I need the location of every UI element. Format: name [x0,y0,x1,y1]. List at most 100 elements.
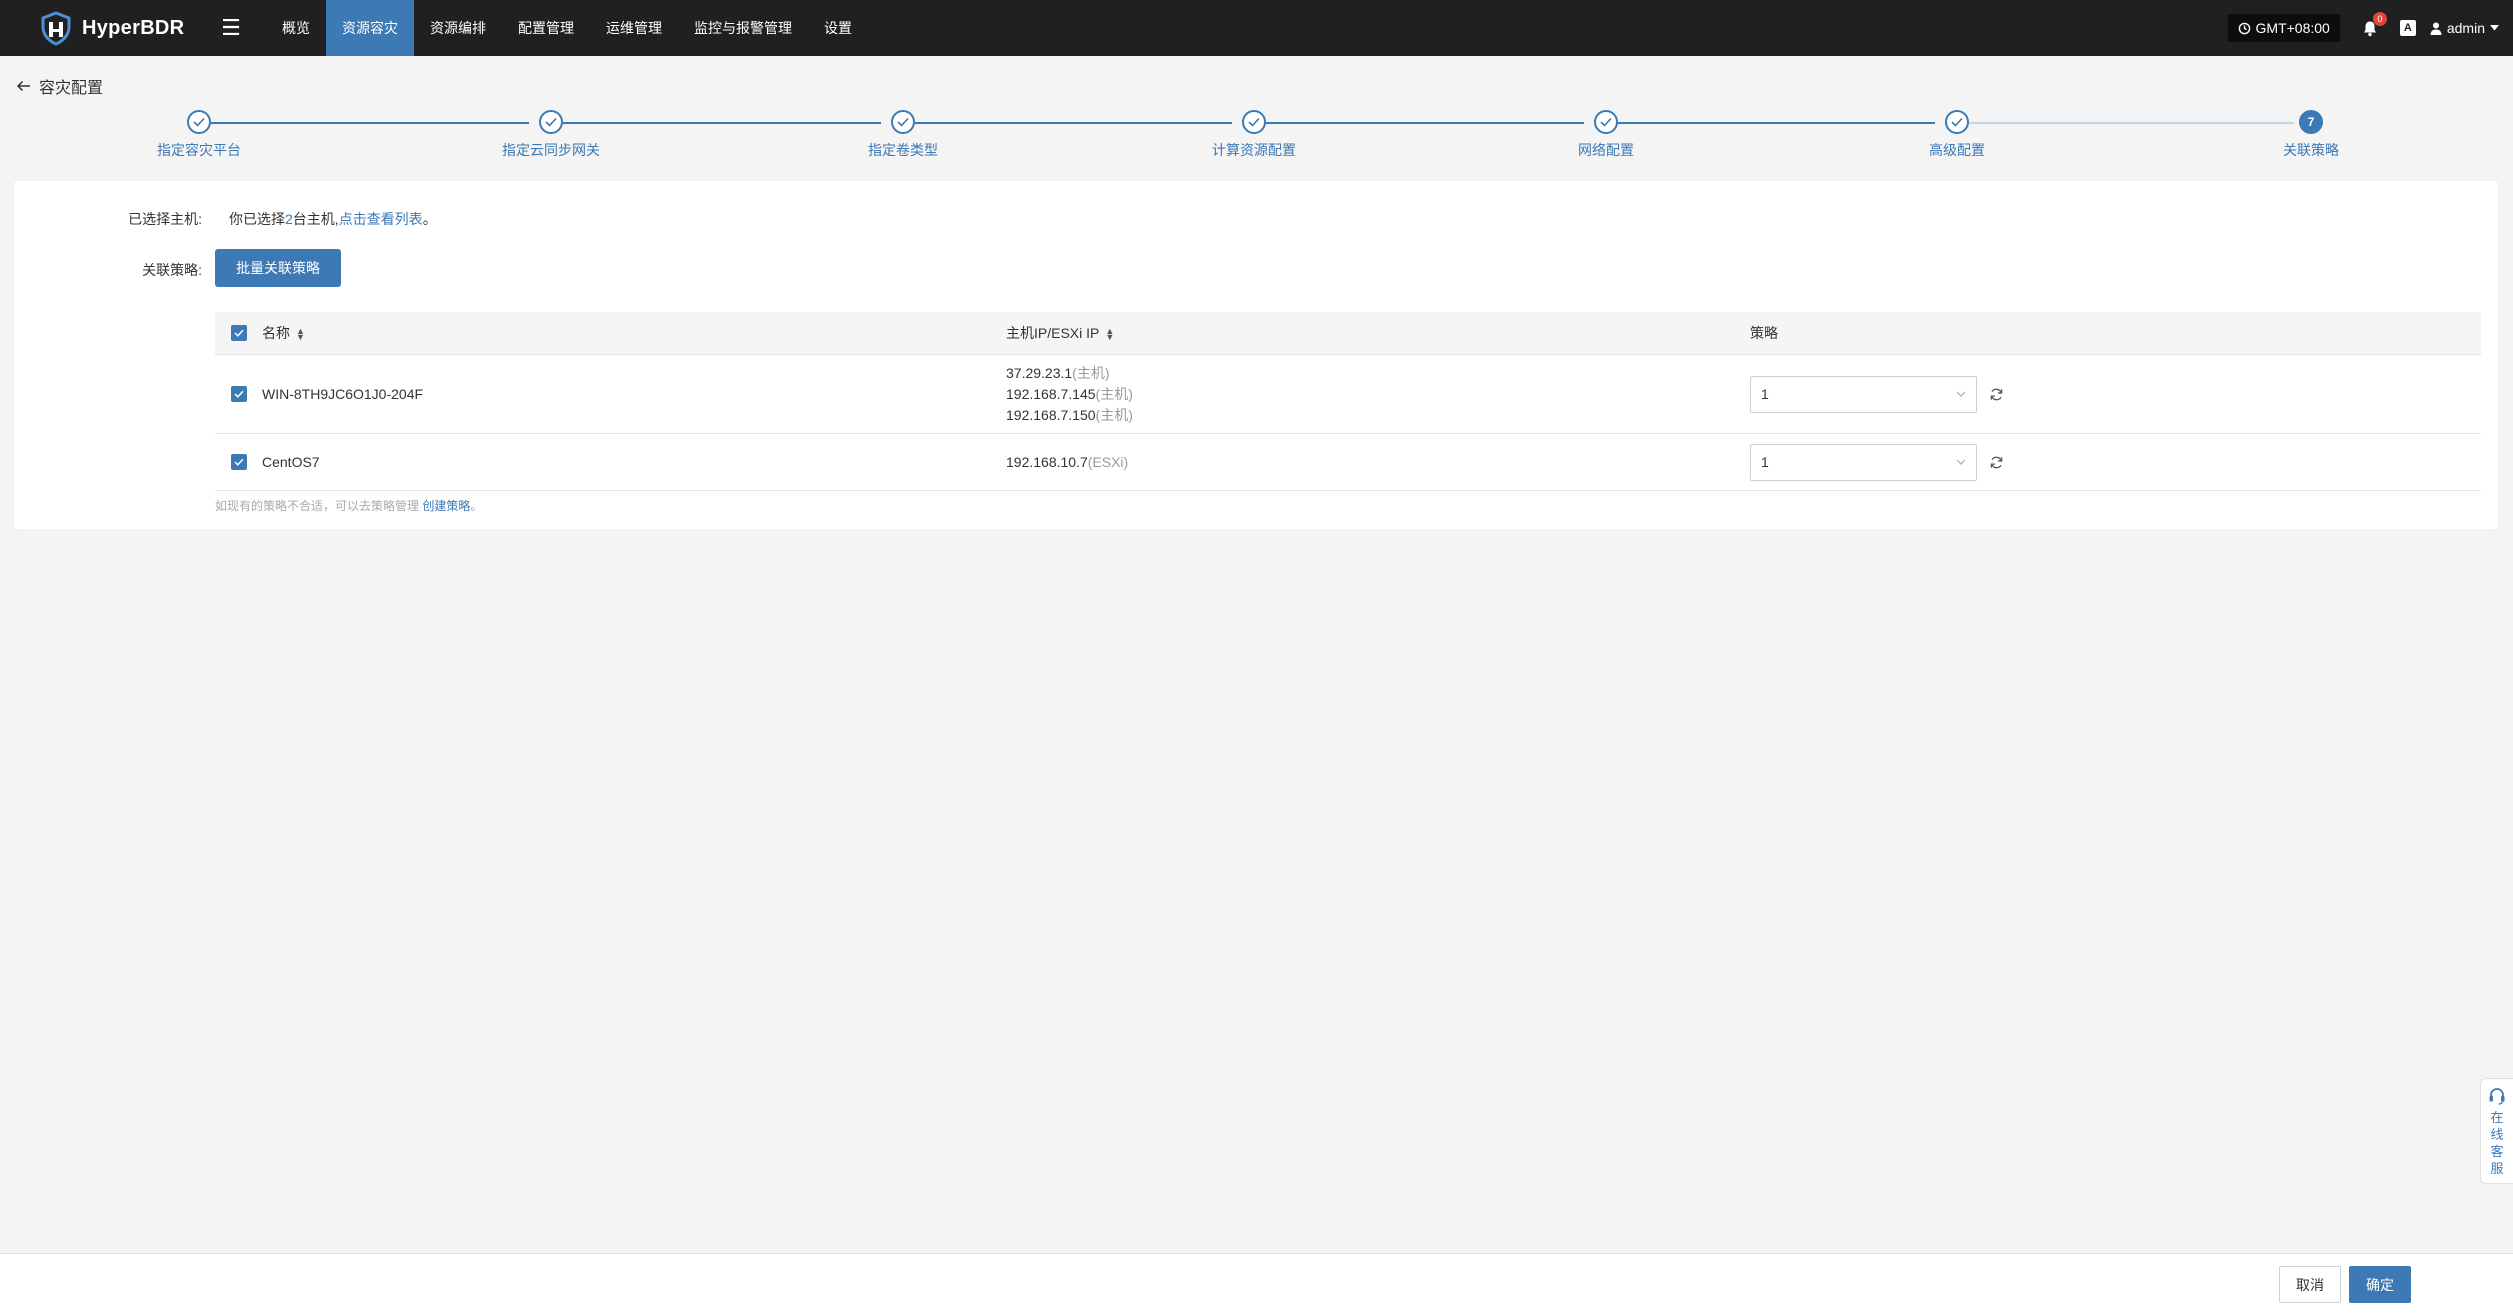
nav-item-monitoring[interactable]: 监控与报警管理 [678,0,808,56]
col-name[interactable]: 名称 ▲ ▼ [262,323,1006,343]
nav-item-settings[interactable]: 设置 [808,0,868,56]
note-period: 。 [470,499,483,513]
top-navbar: HyperBDR ☰ 概览 资源容灾 资源编排 配置管理 运维管理 监控与报警管… [0,0,2513,56]
ip-type: (主机) [1095,385,1133,402]
username: admin [2446,20,2485,36]
ip-type: (主机) [1072,364,1110,381]
footer-bar: 取消 确定 [0,1253,2513,1315]
policy-select-value: 1 [1761,386,1769,402]
check-icon [1242,110,1266,134]
col-policy: 策略 [1750,323,2481,343]
policy-select[interactable]: 1 [1750,443,1977,481]
batch-associate-policy-button[interactable]: 批量关联策略 [215,249,341,287]
note-text: 如现有的策略不合适，可以去策略管理 [215,499,423,513]
clock-icon [2238,22,2250,34]
caret-down-icon [2490,25,2499,31]
step-label: 指定云同步网关 [502,142,600,158]
headset-icon [2489,1088,2505,1105]
notifications-button[interactable]: 0 [2362,11,2387,37]
check-icon [233,390,244,398]
host-ip-list: 37.29.23.1(主机) 192.168.7.145(主机) 192.168… [1006,363,1750,426]
selected-prefix: 你已选择 [229,211,285,227]
confirm-button[interactable]: 确定 [2349,1266,2411,1303]
step-6: 高级配置 [1857,110,2057,160]
ip-type: (主机) [1095,406,1133,423]
selected-hosts-info: 你已选择2台主机,点击查看列表。 [229,209,437,229]
step-3: 指定卷类型 [803,110,1003,160]
col-ip[interactable]: 主机IP/ESXi IP ▲ ▼ [1006,323,1750,343]
check-icon [233,329,244,337]
step-5: 网络配置 [1506,110,1706,160]
nav-item-ops-mgmt[interactable]: 运维管理 [590,0,678,56]
host-ip: 37.29.23.1 [1006,364,1073,381]
table-row: WIN-8TH9JC6O1J0-204F 37.29.23.1(主机) 192.… [215,355,2481,434]
selected-suffix: 台主机, [292,211,339,227]
chevron-down-icon [1956,459,1966,465]
nav-item-orchestration[interactable]: 资源编排 [414,0,502,56]
policy-select[interactable]: 1 [1750,375,1977,413]
host-name: CentOS7 [262,454,320,470]
table-row: CentOS7 192.168.10.7(ESXi) 1 [215,434,2481,491]
step-4: 计算资源配置 [1154,110,1354,160]
check-icon [1594,110,1618,134]
check-icon [891,110,915,134]
selected-period: 。 [422,211,437,227]
sort-icon[interactable]: ▲ ▼ [1105,327,1114,342]
cancel-button[interactable]: 取消 [2279,1266,2341,1303]
hosts-table: 名称 ▲ ▼ 主机IP/ESXi IP ▲ ▼ 策略 WIN-8TH9JC6O1J0-2… [215,312,2481,514]
col-name-label: 名称 [262,325,290,341]
policy-select-value: 1 [1761,454,1769,470]
policy-note: 如现有的策略不合适，可以去策略管理 创建策略。 [215,497,2481,514]
step-label: 高级配置 [1929,142,1985,158]
col-policy-label: 策略 [1750,325,1778,341]
step-2: 指定云同步网关 [451,110,651,160]
online-service-widget[interactable]: 在线客服 [2480,1078,2513,1184]
step-number: 7 [2299,110,2323,134]
selected-hosts-label: 已选择主机: [128,211,202,227]
step-1: 指定容灾平台 [99,110,299,160]
step-label: 计算资源配置 [1212,142,1296,158]
sort-icon[interactable]: ▲ ▼ [296,327,305,342]
create-policy-link[interactable]: 创建策略 [422,499,470,513]
ip-type: (ESXi) [1087,453,1129,470]
user-menu[interactable]: admin [2430,20,2499,36]
app-logo[interactable]: HyperBDR [38,10,210,46]
host-ip: 192.168.7.150 [1006,406,1096,423]
host-ip-list: 192.168.10.7(ESXi) [1006,452,1750,473]
policy-card: 已选择主机: 你已选择2台主机,点击查看列表。 关联策略: 批量关联策略 名称 ▲… [14,181,2498,529]
view-list-link[interactable]: 点击查看列表 [339,211,423,227]
step-label: 关联策略 [2283,142,2339,158]
step-label: 网络配置 [1578,142,1634,158]
nav-item-overview[interactable]: 概览 [266,0,326,56]
timezone-button[interactable]: GMT+08:00 [2227,14,2340,42]
font-size-icon[interactable]: A [2399,20,2416,36]
nav-item-resource-dr[interactable]: 资源容灾 [326,0,414,56]
refresh-icon[interactable] [1989,387,2004,402]
refresh-icon[interactable] [1989,455,2004,470]
row-checkbox[interactable] [230,386,247,402]
host-name: WIN-8TH9JC6O1J0-204F [262,386,424,402]
col-ip-label: 主机IP/ESXi IP [1006,325,1100,341]
host-ip: 192.168.7.145 [1006,385,1096,402]
nav-item-config-mgmt[interactable]: 配置管理 [502,0,590,56]
notification-badge: 0 [2372,11,2387,26]
app-name: HyperBDR [82,16,185,39]
select-all-checkbox[interactable] [230,325,247,341]
host-ip: 192.168.10.7 [1006,453,1088,470]
user-icon [2430,22,2442,35]
online-service-label: 在线客服 [2490,1110,2504,1176]
row-checkbox[interactable] [230,454,247,470]
step-label: 指定卷类型 [868,142,938,158]
check-icon [233,458,244,466]
page-title: 容灾配置 [39,80,104,97]
step-7: 7 关联策略 [2211,110,2411,160]
arrow-left-icon [16,80,30,92]
wizard-steps: 指定容灾平台 指定云同步网关 指定卷类型 计算资源配置 网络配置 高级配置 7 … [0,110,2513,170]
menu-toggle-icon[interactable]: ☰ [214,15,248,41]
check-icon [539,110,563,134]
timezone-label: GMT+08:00 [2255,20,2330,36]
back-link[interactable]: 容灾配置 [16,74,103,98]
chevron-down-icon [1956,391,1966,397]
table-header: 名称 ▲ ▼ 主机IP/ESXi IP ▲ ▼ 策略 [215,312,2481,355]
main-nav: 概览 资源容灾 资源编排 配置管理 运维管理 监控与报警管理 设置 [266,0,868,56]
